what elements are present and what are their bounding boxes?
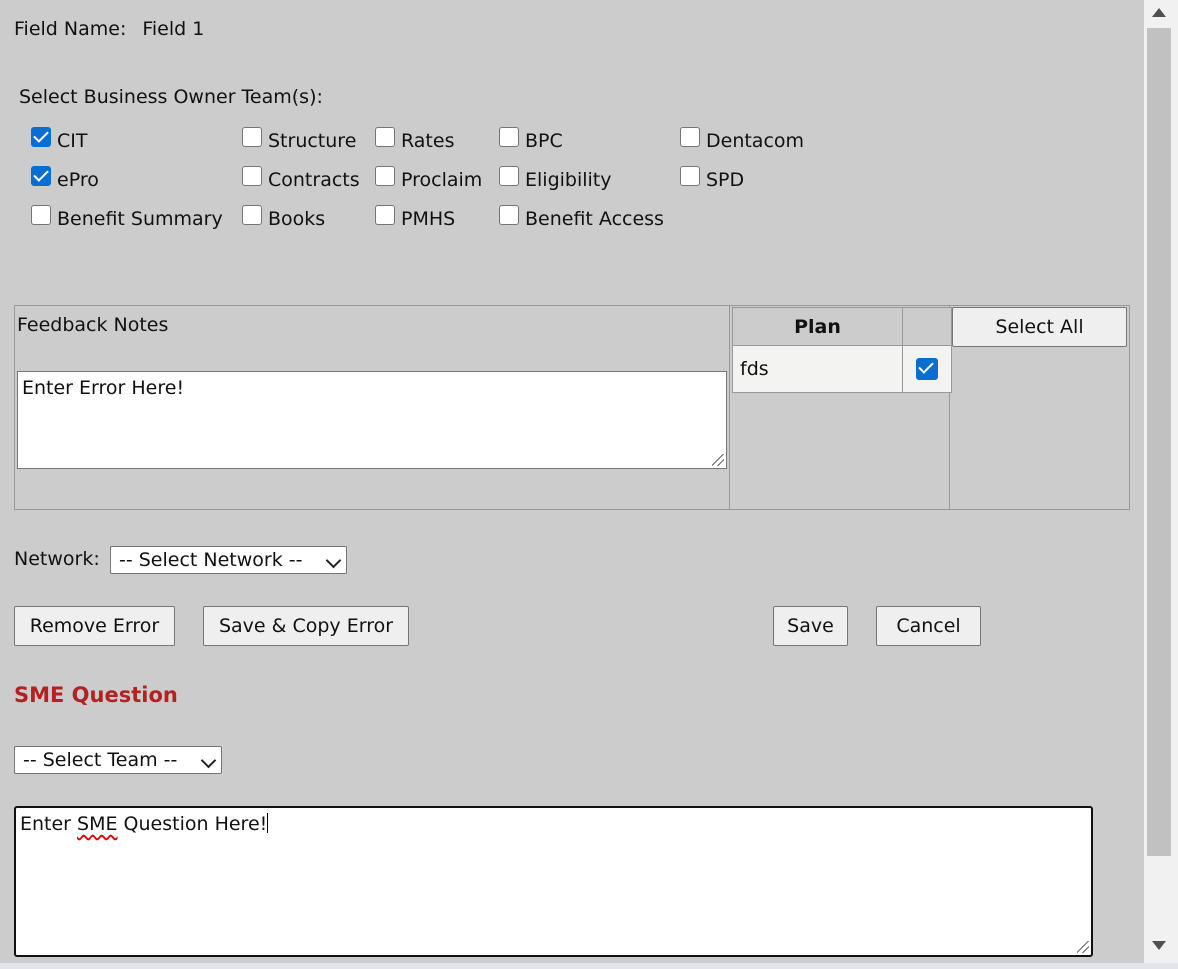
team-label: Dentacom [706, 130, 805, 152]
sme-text-part: Question Here! [117, 813, 268, 835]
field-name-value: Field 1 [142, 18, 205, 40]
checkbox-icon[interactable] [242, 127, 262, 147]
table-row: fds [732, 345, 952, 393]
team-label: Rates [401, 130, 455, 152]
scroll-up-arrow-icon[interactable] [1152, 8, 1166, 17]
plan-table: Plan fds [732, 307, 952, 393]
checkbox-icon[interactable] [31, 205, 51, 225]
bottom-edge [0, 963, 1178, 969]
sme-question-heading: SME Question [14, 683, 178, 707]
team-label: Structure [268, 130, 357, 152]
checkbox-icon[interactable] [680, 127, 700, 147]
chevron-down-icon [200, 752, 217, 769]
remove-error-button[interactable]: Remove Error [14, 606, 175, 646]
scrollbar-thumb[interactable] [1147, 28, 1171, 856]
team-label: CIT [57, 130, 88, 152]
network-select[interactable]: -- Select Network -- [110, 546, 347, 574]
team-label: PMHS [401, 208, 456, 230]
resize-grip-icon[interactable] [1077, 941, 1089, 953]
team-label: Benefit Summary [57, 208, 223, 230]
checkbox-icon[interactable] [499, 127, 519, 147]
checkbox-icon[interactable] [242, 166, 262, 186]
network-label: Network: [14, 548, 100, 570]
spellcheck-word: SME [77, 813, 118, 835]
checkbox-checked-icon[interactable] [31, 127, 51, 147]
checkbox-icon[interactable] [375, 166, 395, 186]
resize-grip-icon[interactable] [712, 454, 724, 466]
checkbox-icon[interactable] [499, 166, 519, 186]
business-owner-label: Select Business Owner Team(s): [19, 86, 323, 108]
team-label: ePro [57, 169, 99, 191]
team-label: Eligibility [525, 169, 612, 191]
select-all-button[interactable]: Select All [952, 307, 1127, 347]
feedback-notes-textarea[interactable]: Enter Error Here! [17, 371, 727, 469]
checkbox-checked-icon[interactable] [916, 358, 938, 381]
field-name-row: Field Name: Field 1 [14, 18, 204, 40]
sme-question-textarea[interactable]: Enter SME Question Here! [14, 806, 1093, 957]
team-label: SPD [706, 169, 745, 191]
sme-text-part: Enter [20, 813, 78, 835]
scroll-down-arrow-icon[interactable] [1152, 941, 1166, 950]
save-copy-error-button[interactable]: Save & Copy Error [203, 606, 409, 646]
team-select[interactable]: -- Select Team -- [14, 746, 222, 774]
checkbox-checked-icon[interactable] [31, 166, 51, 186]
team-label: BPC [525, 130, 563, 152]
text-caret [267, 813, 269, 833]
panel-divider [729, 305, 730, 510]
field-name-label: Field Name: [14, 18, 127, 40]
cancel-button[interactable]: Cancel [876, 606, 981, 646]
team-select-value: -- Select Team -- [23, 749, 178, 771]
plan-cell: fds [732, 345, 903, 393]
plan-check-column-header [902, 307, 952, 346]
team-label: Benefit Access [525, 208, 664, 230]
checkbox-icon[interactable] [680, 166, 700, 186]
feedback-notes-text: Enter Error Here! [22, 377, 185, 399]
save-button[interactable]: Save [773, 606, 848, 646]
plan-checkbox-cell [902, 345, 952, 393]
network-select-value: -- Select Network -- [119, 549, 303, 571]
checkbox-icon[interactable] [375, 205, 395, 225]
plan-column-header: Plan [732, 307, 903, 346]
team-label: Books [268, 208, 326, 230]
feedback-notes-label: Feedback Notes [17, 314, 169, 336]
team-label: Contracts [268, 169, 360, 191]
checkbox-icon[interactable] [375, 127, 395, 147]
checkbox-icon[interactable] [499, 205, 519, 225]
team-label: Proclaim [401, 169, 483, 191]
chevron-down-icon [325, 552, 342, 569]
plan-checkbox[interactable] [916, 358, 938, 381]
checkbox-icon[interactable] [242, 205, 262, 225]
